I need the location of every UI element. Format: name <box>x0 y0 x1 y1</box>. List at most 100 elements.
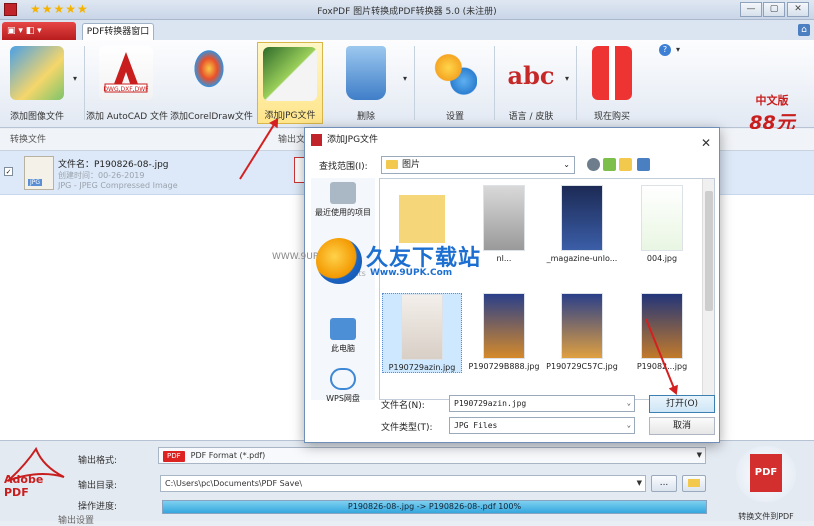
convert-to-pdf-button[interactable]: PDF 转换文件到PDF <box>724 444 808 521</box>
output-directory-field[interactable]: C:\Users\pc\Documents\PDF Save\ ▼ <box>160 475 646 492</box>
back-icon[interactable] <box>587 158 600 171</box>
watermark-logo-icon <box>316 238 362 284</box>
recent-icon <box>330 182 356 204</box>
adobe-pdf-logo-text: Adobe PDF <box>4 473 44 499</box>
add-coreldraw-button[interactable]: 添加CorelDraw文件 <box>170 42 253 124</box>
filename-input[interactable]: P190729azin.jpg ⌄ <box>449 395 635 412</box>
delete-label: 删除 <box>356 112 375 122</box>
filetype-label: 文件类型(T): <box>381 423 433 433</box>
add-image-button[interactable]: 添加图像文件 <box>2 42 72 124</box>
cloud-icon <box>330 368 356 390</box>
progress-label: 操作进度: <box>78 502 118 512</box>
look-in-value: 图片 <box>402 160 421 170</box>
file-item-name: _magazine-unlo... <box>546 254 618 263</box>
cancel-button[interactable]: 取消 <box>649 417 715 435</box>
place-this-pc[interactable]: 此电脑 <box>311 318 375 354</box>
add-jpg-dialog: 添加JPG文件 ✕ 查找范围(I): 图片 ⌄ 最近使用的项目 Document… <box>304 127 720 443</box>
ribbon-toolbar: 添加图像文件 ▾ DWG,DXF,DWF 添加 AutoCAD 文件 添加Cor… <box>0 40 814 134</box>
file-item[interactable]: P190729B888.jpg <box>464 293 544 371</box>
tab-pdf-converter[interactable]: PDF转换器窗口 <box>82 23 154 40</box>
new-folder-icon[interactable] <box>619 158 632 171</box>
delete-button[interactable]: 删除 <box>334 42 398 124</box>
places-bar: 最近使用的项目 Documents 此电脑 WPS网盘 <box>311 178 375 403</box>
convert-pdf-icon-text: PDF <box>750 454 782 492</box>
folder-icon <box>386 160 398 169</box>
image-thumbnail <box>561 185 603 251</box>
file-item-name: P190729azin.jpg <box>388 363 456 372</box>
chevron-down-icon: ⌄ <box>626 421 631 429</box>
file-item-selected[interactable]: P190729azin.jpg <box>382 293 462 373</box>
settings-button[interactable]: 设置 <box>420 42 490 124</box>
dialog-title: 添加JPG文件 <box>327 135 379 145</box>
dialog-title-bar: 添加JPG文件 ✕ <box>305 128 719 152</box>
language-dropdown[interactable]: ▾ <box>565 74 569 83</box>
file-name: 文件名：P190826-08-.jpg <box>58 160 169 170</box>
pdf-format-badge: PDF <box>163 451 185 462</box>
open-folder-button[interactable] <box>682 475 706 492</box>
scrollbar-thumb[interactable] <box>705 191 713 311</box>
help-dropdown[interactable]: ▾ <box>676 45 680 54</box>
place-recent[interactable]: 最近使用的项目 <box>311 182 375 218</box>
file-item[interactable]: P190729C57C.jpg <box>542 293 622 371</box>
gears-icon <box>433 46 477 100</box>
file-item[interactable] <box>382 185 462 246</box>
buy-now-button[interactable]: 现在购买 <box>580 42 644 124</box>
browse-button[interactable]: ... <box>651 475 677 492</box>
place-recent-label: 最近使用的项目 <box>315 208 371 217</box>
file-item[interactable]: _magazine-unlo... <box>542 185 622 263</box>
format-select[interactable]: PDF PDF Format (*.pdf) ▼ <box>158 447 706 464</box>
filetype-value: JPG Files <box>454 421 498 430</box>
autocad-icon: DWG,DXF,DWF <box>99 46 153 100</box>
file-item-name: P190729B888.jpg <box>468 362 540 371</box>
image-thumbnail <box>561 293 603 359</box>
convert-label: 转换文件到PDF <box>738 512 794 521</box>
file-item-name: 004.jpg <box>646 254 678 263</box>
tab-row: ▣ ▾ ◧ ▾ PDF转换器窗口 ⌂ <box>0 20 814 40</box>
file-grid-scrollbar[interactable] <box>702 179 714 399</box>
image-thumbnail <box>641 185 683 251</box>
filetype-select[interactable]: JPG Files ⌄ <box>449 417 635 434</box>
file-item[interactable]: 004.jpg <box>622 185 702 263</box>
abc-icon-text: abc <box>508 61 555 90</box>
close-button[interactable]: ✕ <box>787 2 809 17</box>
progress-bar: P190826-08-.jpg -> P190826-08-.pdf 100% <box>162 500 707 514</box>
output-directory-value: C:\Users\pc\Documents\PDF Save\ <box>165 479 303 488</box>
gift-icon <box>592 46 632 100</box>
computer-icon <box>330 318 356 340</box>
maximize-button[interactable]: ▢ <box>763 2 785 17</box>
minimize-button[interactable]: — <box>740 2 762 17</box>
add-image-dropdown[interactable]: ▾ <box>73 74 77 83</box>
delete-dropdown[interactable]: ▾ <box>403 74 407 83</box>
dialog-close-button[interactable]: ✕ <box>701 131 711 155</box>
watermark-url: Www.9UPK.Com <box>370 268 453 278</box>
app-menu-button[interactable]: ▣ ▾ ◧ ▾ <box>2 22 76 40</box>
look-in-select[interactable]: 图片 ⌄ <box>381 156 575 174</box>
file-item-name: P190729C57C.jpg <box>546 362 618 371</box>
column-files: 转换文件 <box>10 135 47 145</box>
place-wps-cloud[interactable]: WPS网盘 <box>311 368 375 404</box>
file-checkbox[interactable]: ✓ <box>4 167 13 176</box>
hot-air-balloon-icon <box>182 46 236 100</box>
home-icon[interactable]: ⌂ <box>798 24 810 36</box>
place-this-pc-label: 此电脑 <box>331 344 355 353</box>
view-menu-icon[interactable] <box>637 158 650 171</box>
add-autocad-label: 添加 AutoCAD 文件 <box>86 112 168 122</box>
add-image-label: 添加图像文件 <box>9 112 64 122</box>
watermark: 久友下载站 Www.9UPK.Com <box>316 238 506 284</box>
output-settings-caption: 输出设置 <box>58 516 95 526</box>
add-autocad-button[interactable]: DWG,DXF,DWF 添加 AutoCAD 文件 <box>86 42 168 124</box>
add-jpg-button[interactable]: 添加JPG文件 <box>257 42 323 124</box>
toolbar-separator <box>576 46 577 120</box>
help-icon[interactable]: ? <box>659 44 671 56</box>
jpg-file-icon: JPG <box>24 156 54 190</box>
language-skin-button[interactable]: abc 语言 / 皮肤 <box>496 42 566 124</box>
directory-label: 输出目录: <box>78 481 118 491</box>
photos-icon <box>10 46 64 100</box>
open-button[interactable]: 打开(O) <box>649 395 715 413</box>
jpg-file-icon-text: JPG <box>28 179 43 186</box>
window-title: FoxPDF 图片转换成PDF转换器 5.0 (未注册) <box>317 7 497 17</box>
filename-label: 文件名(N): <box>381 401 425 411</box>
column-output: 输出文 <box>278 135 306 145</box>
convert-pdf-icon: PDF <box>736 446 796 502</box>
up-folder-icon[interactable] <box>603 158 616 171</box>
